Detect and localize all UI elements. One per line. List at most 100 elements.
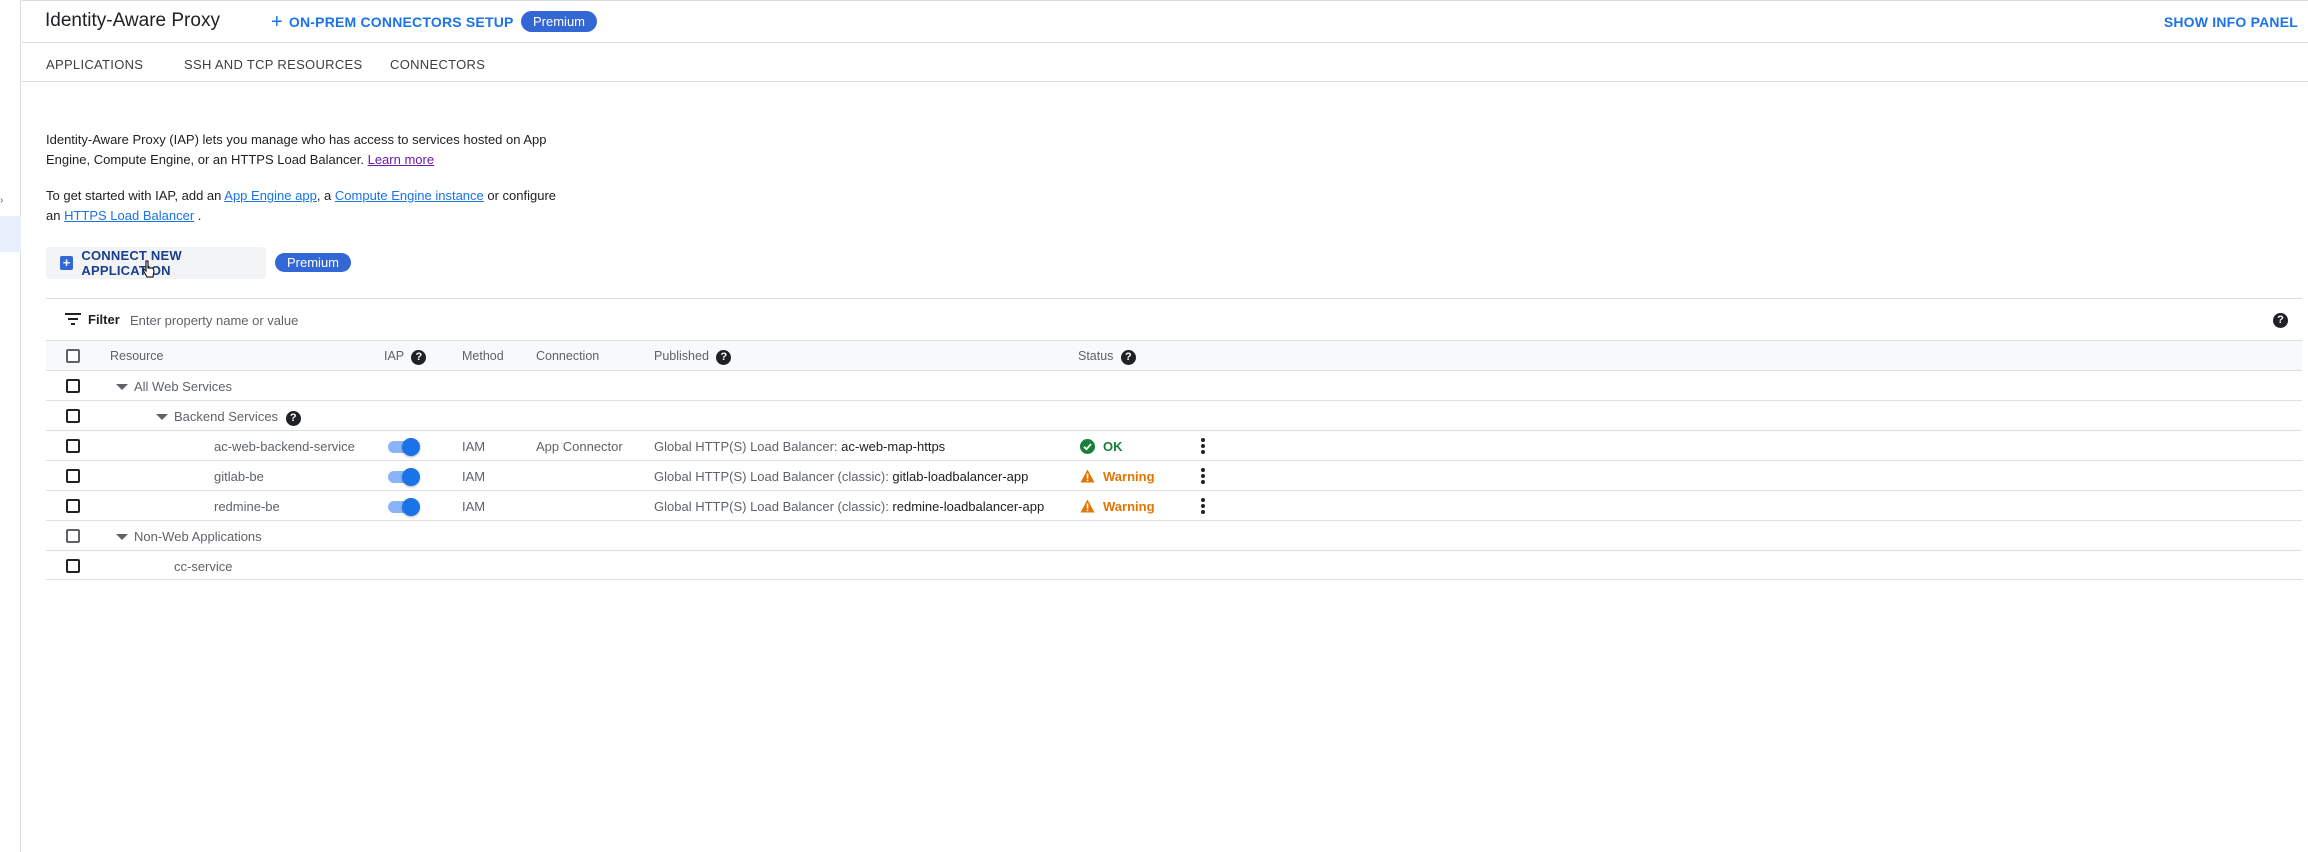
published-help-icon[interactable]: ? [716,350,732,365]
getting-started-text-d: . [194,208,202,223]
group-row-non-web-applications: Non-Web Applications [46,520,2302,550]
rail-tick: › [0,195,4,206]
getting-started-paragraph: To get started with IAP, add an App Engi… [46,186,566,226]
tab-ssh-tcp-resources[interactable]: SSH AND TCP RESOURCES [184,57,362,72]
status-value: Warning [1103,469,1155,484]
table-header-row: Resource IAP ? Method Connection Publish… [46,340,2302,370]
published-value: Global HTTP(S) Load Balancer (classic): … [654,499,1044,514]
row-checkbox[interactable] [66,499,80,513]
group-label-non-web: Non-Web Applications [134,529,262,544]
published-value: Global HTTP(S) Load Balancer (classic): … [654,469,1028,484]
show-info-panel-button[interactable]: SHOW INFO PANEL [2164,14,2298,30]
caret-down-icon[interactable] [116,534,128,540]
published-target: gitlab-loadbalancer-app [892,469,1029,484]
group-label-backend: Backend Services ? [174,409,301,426]
column-header-status: Status ? [1078,349,1136,365]
published-target: ac-web-map-https [841,439,946,454]
more-vert-icon[interactable] [1200,467,1206,485]
row-checkbox[interactable] [66,439,80,453]
resource-name: redmine-be [214,499,280,514]
row-checkbox[interactable] [66,529,80,543]
more-vert-icon[interactable] [1200,437,1206,455]
group-row-backend-services: Backend Services ? [46,400,2302,430]
more-vert-icon[interactable] [1200,497,1206,515]
app-engine-link[interactable]: App Engine app [224,188,317,203]
caret-down-icon[interactable] [156,414,168,420]
column-header-connection: Connection [536,349,600,363]
iap-toggle[interactable] [384,438,422,456]
onprem-connectors-setup-link[interactable]: + ON-PREM CONNECTORS SETUP [271,11,514,33]
tab-applications[interactable]: APPLICATIONS [46,57,143,72]
published-prefix: Global HTTP(S) Load Balancer (classic): [654,499,893,514]
table-row: cc-service [46,550,2302,580]
resources-table: Resource IAP ? Method Connection Publish… [46,340,2302,580]
filter-bar: Filter ? [46,298,2302,340]
left-nav-rail: › [0,0,21,852]
caret-down-icon[interactable] [116,384,128,390]
check-circle-icon [1080,439,1095,454]
column-header-resource[interactable]: Resource [110,349,164,363]
tab-bar: APPLICATIONS SSH AND TCP RESOURCES CONNE… [22,42,2308,82]
published-prefix: Global HTTP(S) Load Balancer: [654,439,842,454]
warning-icon [1080,499,1095,513]
connect-button-label: CONNECT NEW APPLICATION [81,248,182,278]
getting-started-text-b: , a [316,188,335,203]
column-header-iap: IAP ? [384,349,427,365]
learn-more-link[interactable]: Learn more [368,152,434,167]
column-header-published: Published ? [654,349,732,365]
published-value: Global HTTP(S) Load Balancer: ac-web-map… [654,439,945,454]
resource-name: cc-service [174,559,233,574]
table-row: redmine-be IAM Global HTTP(S) Load Balan… [46,490,2302,520]
published-header-label: Published [654,349,709,363]
method-value: IAM [462,499,486,514]
row-checkbox[interactable] [66,379,80,393]
status-value: OK [1103,439,1123,454]
status-header-label: Status [1078,349,1114,363]
status-value: Warning [1103,499,1155,514]
filter-icon [65,313,81,325]
iap-toggle[interactable] [384,498,422,516]
intro-text: Identity-Aware Proxy (IAP) lets you mana… [46,132,547,167]
page-header: Identity-Aware Proxy + ON-PREM CONNECTOR… [22,0,2308,42]
status-help-icon[interactable]: ? [1120,350,1136,365]
backend-services-label: Backend Services [174,409,279,424]
filter-label: Filter [88,312,120,327]
plus-icon: + [271,11,283,33]
https-load-balancer-link[interactable]: HTTPS Load Balancer [64,208,194,223]
row-checkbox[interactable] [66,469,80,483]
table-row: gitlab-be IAM Global HTTP(S) Load Balanc… [46,460,2302,490]
iap-toggle[interactable] [384,468,422,486]
connection-value: App Connector [536,439,623,454]
rail-active-item[interactable] [0,216,21,252]
method-value: IAM [462,439,486,454]
resource-name: ac-web-backend-service [214,439,355,454]
published-target: redmine-loadbalancer-app [892,499,1045,514]
intro-paragraph: Identity-Aware Proxy (IAP) lets you mana… [46,130,566,170]
backend-help-icon[interactable]: ? [285,411,301,426]
group-label-all-web: All Web Services [134,379,233,394]
onprem-link-label: ON-PREM CONNECTORS SETUP [288,14,514,30]
premium-badge: Premium [521,11,598,32]
resource-name: gitlab-be [214,469,264,484]
hand-cursor-icon [142,260,155,278]
iap-header-label: IAP [384,349,404,363]
premium-badge-connect: Premium [275,253,352,272]
method-value: IAM [462,469,486,484]
filter-help-icon[interactable]: ? [2273,313,2288,328]
getting-started-text-a: To get started with IAP, add an [46,188,225,203]
select-all-checkbox[interactable] [66,349,80,363]
published-prefix: Global HTTP(S) Load Balancer (classic): [654,469,893,484]
column-header-method: Method [462,349,504,363]
tab-connectors[interactable]: CONNECTORS [390,57,485,72]
connect-new-application-button[interactable]: + CONNECT NEW APPLICATION [46,247,266,279]
page-title: Identity-Aware Proxy [45,10,220,31]
iap-help-icon[interactable]: ? [411,350,427,365]
add-box-icon: + [60,256,74,270]
row-checkbox[interactable] [66,559,80,573]
filter-input[interactable] [128,307,728,333]
row-checkbox[interactable] [66,409,80,423]
warning-icon [1080,469,1095,483]
compute-engine-link[interactable]: Compute Engine instance [335,188,484,203]
table-row: ac-web-backend-service IAM App Connector… [46,430,2302,460]
group-row-all-web-services: All Web Services [46,370,2302,400]
